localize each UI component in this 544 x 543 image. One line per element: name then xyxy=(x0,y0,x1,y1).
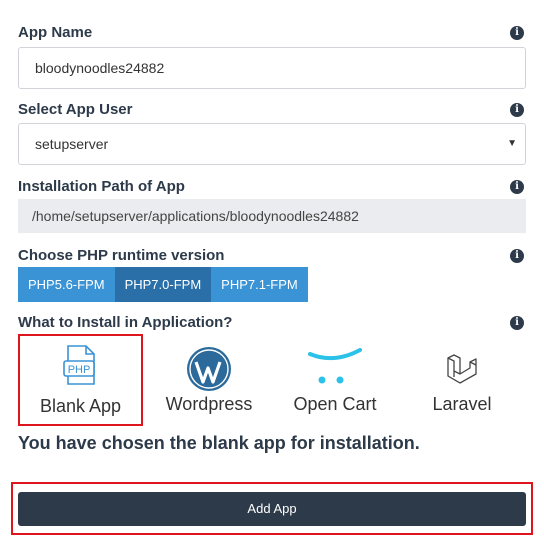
opencart-option[interactable]: Open Cart xyxy=(280,334,390,426)
info-icon[interactable]: i xyxy=(510,26,524,40)
add-app-button[interactable]: Add App xyxy=(18,492,526,526)
php71-option[interactable]: PHP7.1-FPM xyxy=(211,267,308,302)
info-icon[interactable]: i xyxy=(510,249,524,263)
php56-option[interactable]: PHP5.6-FPM xyxy=(18,267,115,302)
wordpress-label: Wordpress xyxy=(165,394,253,414)
chosen-app-message: You have chosen the blank app for instal… xyxy=(18,433,420,453)
install-type-label: What to Install in Application? xyxy=(18,314,233,331)
info-icon[interactable]: i xyxy=(510,103,524,117)
laravel-option[interactable]: Laravel xyxy=(410,334,514,426)
shopping-cart-icon xyxy=(308,348,362,384)
install-path-field: /home/setupserver/applications/bloodynoo… xyxy=(18,199,526,233)
laravel-label: Laravel xyxy=(432,394,492,414)
app-user-select[interactable]: setupserver ▼ xyxy=(18,123,526,165)
svg-text:PHP: PHP xyxy=(68,364,91,376)
install-path-label: Installation Path of App xyxy=(18,178,185,195)
php70-option[interactable]: PHP7.0-FPM xyxy=(114,267,212,302)
app-user-label: Select App User xyxy=(18,101,133,118)
php-runtime-label: Choose PHP runtime version xyxy=(18,247,225,264)
info-icon[interactable]: i xyxy=(510,316,524,330)
app-user-selected-value: setupserver xyxy=(35,136,109,152)
wordpress-option[interactable]: Wordpress xyxy=(150,334,268,426)
php-file-icon: PHP xyxy=(63,345,95,385)
php-runtime-selector: PHP5.6-FPM PHP7.0-FPM PHP7.1-FPM xyxy=(18,267,308,302)
app-name-label: App Name xyxy=(18,24,93,41)
app-name-input[interactable]: bloodynoodles24882 xyxy=(18,47,526,89)
laravel-icon xyxy=(447,354,477,384)
blank-app-option[interactable]: PHP Blank App xyxy=(18,334,143,426)
blank-app-label: Blank App xyxy=(39,396,122,416)
info-icon[interactable]: i xyxy=(510,180,524,194)
opencart-label: Open Cart xyxy=(293,394,377,414)
chevron-down-icon: ▼ xyxy=(507,138,517,149)
wordpress-icon xyxy=(187,347,231,391)
